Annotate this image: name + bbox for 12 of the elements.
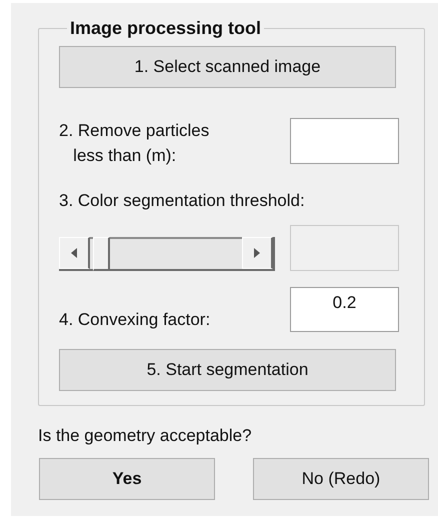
particles-input-field[interactable] (290, 118, 399, 164)
answer-button[interactable]: No (Redo) (253, 458, 429, 500)
threshold-slider[interactable] (59, 237, 275, 271)
start-segmentation-button[interactable]: 5. Start segmentation (59, 349, 396, 391)
group-title: Image processing tool (69, 18, 262, 39)
threshold-label: 3. Color segmentation threshold: (59, 190, 306, 212)
answer-button[interactable]: Yes (39, 458, 215, 500)
convexing-label: 4. Convexing factor: (59, 309, 210, 331)
question-text: Is the geometry acceptable? (38, 426, 253, 446)
select-image-button[interactable]: 1. Select scanned image (59, 46, 396, 88)
particles-label: 2. Remove particles less than (m): (59, 120, 210, 167)
convexing-input-field[interactable]: 0.2 (290, 287, 399, 332)
